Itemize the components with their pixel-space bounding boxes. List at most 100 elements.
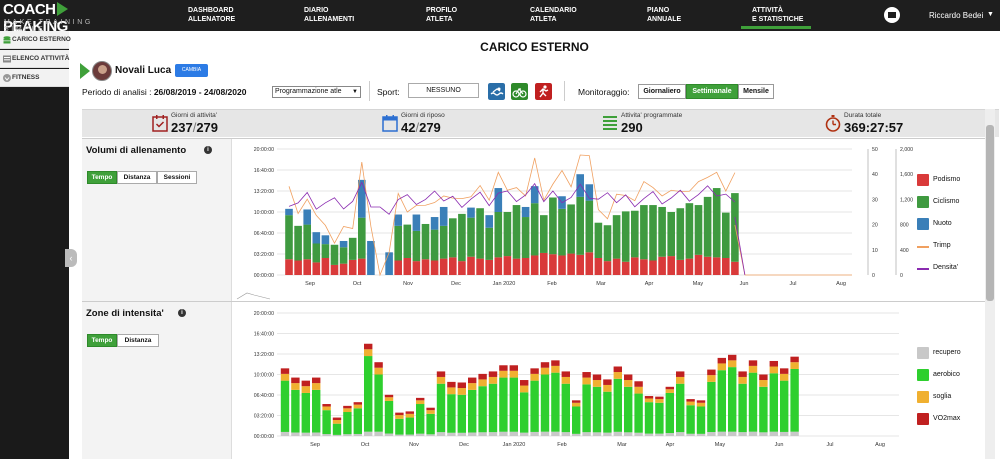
- play-icon[interactable]: [80, 63, 90, 79]
- nav-item-1[interactable]: DIARIO ALLENAMENTI: [304, 6, 354, 24]
- bar-nuoto: [394, 214, 402, 226]
- bar-soglia: [759, 380, 768, 387]
- stat-value: 42/279: [401, 120, 441, 135]
- y-tick-label: 03:20:00: [254, 252, 274, 258]
- programming-select-value: Programmazione atle: [275, 88, 342, 95]
- monitor-weekly-button[interactable]: Settimanale: [686, 84, 738, 99]
- run-icon[interactable]: [535, 83, 552, 100]
- bar-soglia: [509, 370, 518, 378]
- toggle-tempo[interactable]: Tempo: [87, 171, 117, 184]
- bar-soglia: [780, 373, 789, 381]
- bar-aerobico: [509, 377, 518, 432]
- legend-label-nuoto[interactable]: Nuoto: [933, 220, 952, 227]
- bar-podismo: [294, 260, 302, 275]
- bar-recupero: [696, 433, 706, 436]
- bar-vo2max: [291, 377, 300, 384]
- bar-recupero: [499, 431, 508, 436]
- bar-recupero: [509, 431, 518, 436]
- bar-nuoto: [439, 206, 448, 226]
- x-tick-label: Nov: [409, 442, 419, 448]
- legend-label-aerobico[interactable]: aerobico: [933, 371, 960, 378]
- bar-soglia: [676, 376, 685, 384]
- programming-select[interactable]: Programmazione atle ▼: [272, 86, 361, 98]
- legend-swatch-recupero: [917, 347, 929, 359]
- legend-label-recupero[interactable]: recupero: [933, 349, 961, 356]
- legend-label-ciclismo[interactable]: Ciclismo: [933, 198, 959, 205]
- legend-label-podismo[interactable]: Podismo: [933, 176, 960, 183]
- bar-recupero: [395, 434, 404, 436]
- user-menu[interactable]: Riccardo Bedei: [929, 11, 983, 20]
- sidebar-item-carico-esterno[interactable]: CARICO ESTERNO: [0, 31, 71, 49]
- legend-label-vo2max[interactable]: VO2max: [933, 415, 960, 422]
- swim-icon[interactable]: [488, 83, 505, 100]
- chevron-down-icon[interactable]: ▼: [987, 11, 994, 18]
- bar-nuoto: [485, 215, 493, 228]
- change-athlete-button[interactable]: CAMBIA: [175, 64, 208, 77]
- bar-vo2max: [624, 374, 633, 381]
- sidebar-item-elenco-attivita[interactable]: ELENCO ATTIVITÀ: [0, 50, 69, 68]
- toggle-distanza[interactable]: Distanza: [117, 334, 159, 347]
- bar-ciclismo: [603, 225, 612, 262]
- nav-item-0[interactable]: DASHBOARD ALLENATORE: [188, 6, 235, 24]
- bar-recupero: [374, 431, 383, 436]
- sidebar-item-fitness[interactable]: FITNESS: [0, 69, 69, 87]
- bar-ciclismo: [330, 244, 339, 265]
- stat-value-number: 42: [401, 120, 416, 135]
- y3-tick-label: 1,200: [900, 197, 913, 203]
- bar-podismo: [348, 259, 357, 275]
- bar-ciclismo: [358, 217, 366, 259]
- monitor-monthly-button[interactable]: Mensile: [738, 84, 774, 99]
- nav-item-2[interactable]: PROFILO ATLETA: [426, 6, 457, 24]
- bar-vo2max: [374, 362, 383, 368]
- stat-total: 279: [419, 120, 441, 135]
- bar-aerobico: [384, 400, 394, 434]
- stat-value: 369:27:57: [844, 120, 903, 135]
- bar-podismo: [530, 255, 539, 275]
- scrollbar-thumb[interactable]: [986, 125, 994, 301]
- bar-ciclismo: [530, 203, 539, 256]
- bar-ciclismo: [567, 204, 575, 254]
- x-tick-label: Nov: [403, 281, 413, 287]
- bar-aerobico: [364, 356, 373, 432]
- legend-label-trimp[interactable]: Trimp: [933, 242, 951, 249]
- nav-item-4[interactable]: PIANO ANNUALE: [647, 6, 681, 24]
- avatar: [92, 61, 112, 81]
- bar-podismo: [585, 252, 594, 275]
- bar-podismo: [421, 259, 430, 275]
- bar-podismo: [285, 259, 293, 275]
- bar-soglia: [790, 362, 799, 369]
- info-icon[interactable]: i: [178, 309, 186, 317]
- bar-ciclismo: [621, 211, 630, 262]
- toggle-tempo[interactable]: Tempo: [87, 334, 117, 347]
- toggle-distanza[interactable]: Distanza: [117, 171, 157, 184]
- bar-ciclismo: [658, 206, 666, 257]
- bar-ciclismo: [685, 203, 694, 259]
- bar-aerobico: [769, 373, 778, 432]
- bar-podismo: [676, 259, 685, 275]
- monitor-daily-button[interactable]: Giornaliero: [638, 84, 686, 99]
- x-tick-label: Jan 2020: [503, 442, 526, 448]
- bar-vo2max: [280, 368, 290, 374]
- sport-label: Sport:: [377, 87, 400, 97]
- bar-recupero: [572, 433, 581, 436]
- toggle-sessioni[interactable]: Sessioni: [157, 171, 197, 184]
- bar-podismo: [594, 257, 603, 275]
- monitor-label: Monitoraggio:: [578, 87, 630, 97]
- bike-icon[interactable]: [511, 83, 528, 100]
- nav-item-5[interactable]: ATTIVITÀ E STATISTICHE: [752, 6, 803, 24]
- nav-item-3[interactable]: CALENDARIO ATLETA: [530, 6, 577, 24]
- brand-logo[interactable]: COACHPEAKING MAKE TRAINING SIMPLE: [0, 0, 110, 35]
- bar-recupero: [759, 432, 768, 436]
- bar-vo2max: [582, 372, 591, 378]
- sport-select[interactable]: NESSUNO: [408, 83, 479, 98]
- bar-podismo: [485, 259, 493, 275]
- info-icon[interactable]: i: [204, 146, 212, 154]
- panel-sidebar: Volumi di allenamento i Tempo Distanza S…: [82, 139, 232, 301]
- bar-aerobico: [561, 383, 570, 433]
- legend-label-densita[interactable]: Densita': [933, 264, 958, 271]
- legend-swatch-podismo: [917, 174, 929, 186]
- legend-label-soglia[interactable]: soglia: [933, 393, 951, 400]
- mail-icon[interactable]: [884, 7, 900, 23]
- y-tick-label: 06:40:00: [254, 393, 274, 399]
- bar-ciclismo: [649, 205, 657, 261]
